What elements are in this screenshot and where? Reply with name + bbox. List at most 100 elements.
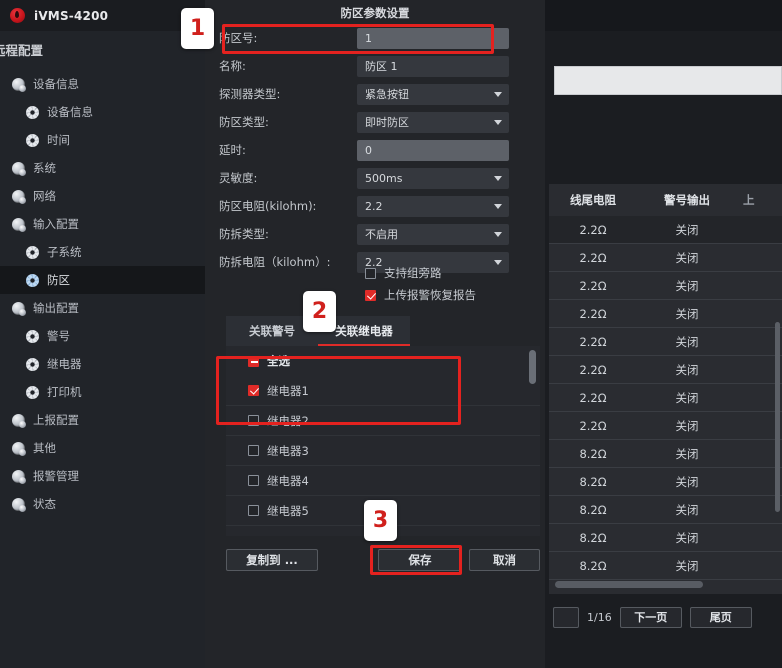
checkbox-icon[interactable] (248, 355, 259, 367)
sidebar-item-6[interactable]: 子系统 (0, 238, 205, 266)
form-row-3: 防区类型: 即时防区 (205, 108, 545, 136)
table-body: 2.2Ω 关闭 2.2Ω 关闭 2.2Ω 关闭 2.2Ω 关闭 2.2Ω 关闭 2.2Ω 关闭 2.2Ω… (549, 216, 782, 580)
sidebar-item-8[interactable]: 输出配置 (0, 294, 205, 322)
checkbox-icon[interactable] (365, 267, 376, 279)
checkbox-row-1[interactable]: 上传报警恢复报告 (205, 284, 545, 306)
table-row[interactable]: 8.2Ω 关闭 (549, 440, 782, 468)
save-button[interactable]: 保存 (378, 549, 462, 571)
relay-list-item-0[interactable]: 全选 (226, 346, 540, 376)
field-select-2[interactable]: 紧急按钮 (357, 83, 509, 105)
form-row-6: 防区电阻(kilohm): 2.2 (205, 192, 545, 220)
relay-list-scrollbar[interactable] (529, 350, 536, 384)
association-tabs: 关联警号 关联继电器 (226, 316, 540, 346)
field-value: 1 (365, 31, 372, 45)
sidebar-item-label: 输出配置 (33, 301, 79, 315)
field-input-1[interactable]: 防区 1 (357, 55, 509, 77)
cancel-button[interactable]: 取消 (469, 549, 540, 571)
checkbox-icon[interactable] (365, 289, 376, 301)
sidebar-item-9[interactable]: 警号 (0, 322, 205, 350)
field-select-3[interactable]: 即时防区 (357, 111, 509, 133)
right-search-input[interactable] (554, 66, 782, 95)
group-icon (12, 189, 26, 204)
cell-siren-output: 关闭 (675, 530, 699, 545)
table-row[interactable]: 2.2Ω 关闭 (549, 300, 782, 328)
checkbox-icon[interactable] (248, 445, 259, 456)
column-header-partial[interactable]: 上 (737, 192, 775, 208)
table-row[interactable]: 2.2Ω 关闭 (549, 384, 782, 412)
sidebar-item-10[interactable]: 继电器 (0, 350, 205, 378)
column-header-resistance[interactable]: 线尾电阻 (549, 192, 637, 208)
relay-list-item-3[interactable]: 继电器3 (226, 436, 540, 466)
field-value: 防区 1 (365, 60, 398, 73)
sidebar-item-11[interactable]: 打印机 (0, 378, 205, 406)
checkbox-icon[interactable] (248, 505, 259, 516)
field-select-7[interactable]: 不启用 (357, 223, 509, 245)
remote-config-header: 远程配置 (0, 43, 44, 58)
group-icon (12, 217, 26, 232)
sidebar-item-2[interactable]: 时间 (0, 126, 205, 154)
form-row-5: 灵敏度: 500ms (205, 164, 545, 192)
form-row-0: 防区号: 1 (205, 24, 545, 52)
table-row[interactable]: 2.2Ω 关闭 (549, 412, 782, 440)
step-badge-2: 2 (303, 291, 336, 332)
sidebar-item-5[interactable]: 输入配置 (0, 210, 205, 238)
sidebar-item-15[interactable]: 状态 (0, 490, 205, 518)
field-label: 灵敏度: (219, 171, 258, 185)
group-icon (12, 77, 26, 92)
relay-list-item-2[interactable]: 继电器2 (226, 406, 540, 436)
table-row[interactable]: 2.2Ω 关闭 (549, 216, 782, 244)
relay-list-item-1[interactable]: 继电器1 (226, 376, 540, 406)
field-value: 2.2 (365, 199, 383, 213)
sidebar-item-4[interactable]: 网络 (0, 182, 205, 210)
table-row[interactable]: 2.2Ω 关闭 (549, 244, 782, 272)
field-label: 防区电阻(kilohm): (219, 199, 317, 213)
relay-list-item-4[interactable]: 继电器4 (226, 466, 540, 496)
checkbox-icon[interactable] (248, 475, 259, 486)
prev-page-button[interactable] (553, 606, 579, 628)
sidebar-item-0[interactable]: 设备信息 (0, 70, 205, 98)
column-header-siren-output[interactable]: 警号输出 (637, 192, 737, 208)
checkbox-icon[interactable] (248, 415, 259, 426)
copy-to-button[interactable]: 复制到 ... (226, 549, 318, 571)
field-select-6[interactable]: 2.2 (357, 195, 509, 217)
chevron-down-icon (494, 119, 502, 125)
table-row[interactable]: 8.2Ω 关闭 (549, 468, 782, 496)
sidebar-item-7[interactable]: 防区 (0, 266, 205, 294)
table-row[interactable]: 8.2Ω 关闭 (549, 552, 782, 580)
hikvision-logo-icon (10, 8, 25, 23)
field-input-0: 1 (357, 27, 509, 49)
form-row-1: 名称: 防区 1 (205, 52, 545, 80)
field-select-5[interactable]: 500ms (357, 167, 509, 189)
cell-siren-output: 关闭 (675, 558, 699, 573)
table-row[interactable]: 8.2Ω 关闭 (549, 496, 782, 524)
last-page-button[interactable]: 尾页 (689, 606, 752, 628)
table-horizontal-scrollbar[interactable] (555, 581, 703, 588)
step-badge-3: 3 (364, 500, 397, 541)
cell-resistance: 8.2Ω (579, 530, 607, 545)
cell-siren-output: 关闭 (675, 390, 699, 405)
sidebar-item-12[interactable]: 上报配置 (0, 406, 205, 434)
form-row-4: 延时: 0 (205, 136, 545, 164)
sidebar-item-3[interactable]: 系统 (0, 154, 205, 182)
sidebar-item-label: 输入配置 (33, 217, 79, 231)
table-vertical-scrollbar[interactable] (775, 322, 780, 512)
table-row[interactable]: 2.2Ω 关闭 (549, 328, 782, 356)
app-title: iVMS-4200 (34, 8, 109, 23)
sidebar-item-label: 其他 (33, 441, 56, 455)
table-row[interactable]: 8.2Ω 关闭 (549, 524, 782, 552)
table-row[interactable]: 2.2Ω 关闭 (549, 272, 782, 300)
checkbox-row-0[interactable]: 支持组旁路 (205, 262, 545, 284)
checkbox-icon[interactable] (248, 385, 259, 396)
sidebar-item-13[interactable]: 其他 (0, 434, 205, 462)
sidebar-item-14[interactable]: 报警管理 (0, 462, 205, 490)
table-row[interactable]: 2.2Ω 关闭 (549, 356, 782, 384)
sidebar-item-1[interactable]: 设备信息 (0, 98, 205, 126)
cell-resistance: 2.2Ω (579, 362, 607, 377)
sidebar-item-label: 网络 (33, 189, 56, 203)
next-page-button[interactable]: 下一页 (619, 606, 682, 628)
relay-list-item-label: 继电器4 (267, 473, 309, 488)
gear-icon (26, 105, 39, 119)
field-label: 延时: (219, 143, 246, 157)
sidebar-item-label: 上报配置 (33, 413, 79, 427)
title-bar: iVMS-4200 (0, 0, 205, 31)
